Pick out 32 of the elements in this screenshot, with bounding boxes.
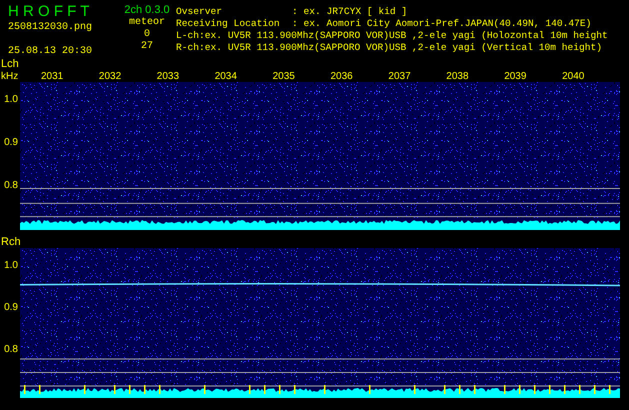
- meteor-count: 0: [142, 29, 151, 41]
- date-time: 25.08.13 20:30: [7, 46, 94, 58]
- axis-label: 0.8: [4, 345, 18, 355]
- info-label: Receiving Location: [176, 18, 281, 30]
- time-label: 2036: [330, 71, 354, 82]
- time-label: 2031: [41, 71, 64, 82]
- time-label: 2037: [388, 71, 412, 82]
- axis-label: 1.0: [4, 95, 18, 106]
- axis-label: 0.9: [4, 138, 18, 148]
- channel-info: R-ch:ex. UV5R 113.900Mhz(SAPPORO VOR)USB ,2-ele yagi (Vertical 10m height): [176, 42, 602, 54]
- version-label: 2ch 0.3.0: [123, 4, 171, 17]
- channel-label: Rch: [0, 236, 22, 248]
- time-label: 2039: [504, 71, 528, 82]
- time-label: 2034: [214, 71, 238, 82]
- axis-label: 1.0: [4, 260, 18, 271]
- unit-label: kHz: [0, 71, 20, 82]
- info-label: Ovserver: [176, 6, 224, 18]
- axis-label: 0.9: [4, 302, 18, 313]
- info-value: : ex. JR7CYX [ kid ]: [292, 6, 408, 18]
- app-title: H R O F F T: [7, 4, 90, 20]
- meteor-label: meteor: [128, 17, 166, 29]
- info-value: : ex. Aomori City Aomori-Pref.JAPAN(40.49N, 140.47E): [292, 18, 592, 30]
- time-label: 2033: [156, 71, 180, 82]
- time-label: 2040: [562, 71, 586, 82]
- axis-label: 0.8: [4, 181, 18, 192]
- channel-info: L-ch:ex. UV5R 113.900Mhz(SAPPORO VOR)USB ,2-ele yagi (Holozontal 10m height: [176, 30, 608, 42]
- file-name: 2508132030.png: [7, 22, 94, 34]
- meteor-count: 27: [140, 41, 154, 53]
- channel-label: Lch: [0, 58, 20, 70]
- time-label: 2035: [272, 71, 296, 82]
- time-label: 2032: [98, 71, 122, 82]
- time-label: 2038: [446, 71, 470, 82]
